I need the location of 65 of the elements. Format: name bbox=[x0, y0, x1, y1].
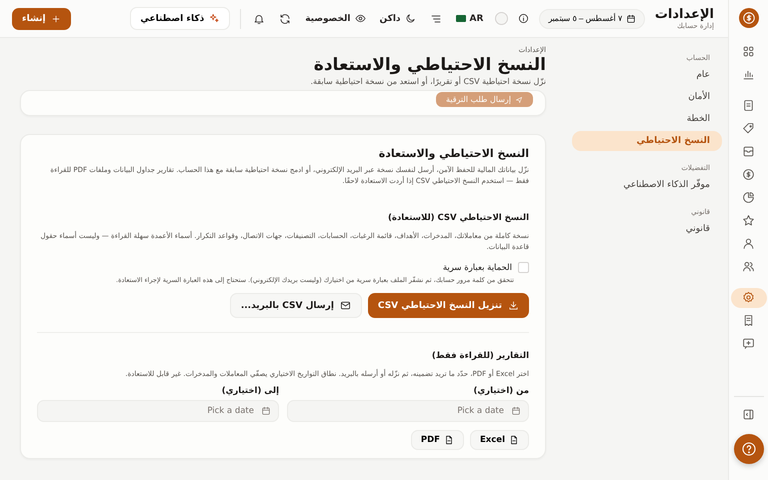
status-indicator bbox=[495, 12, 508, 25]
settings-nav-item[interactable]: النسخ الاحتياطي bbox=[572, 131, 722, 151]
settings-nav-item[interactable]: موفّر الذكاء الاصطناعي bbox=[572, 175, 722, 195]
settings-nav-item[interactable]: عام bbox=[572, 65, 722, 85]
date-field[interactable]: Pick a date bbox=[287, 400, 529, 422]
theme-toggle[interactable]: داكن bbox=[378, 11, 418, 26]
page-heading: النسخ الاحتياطي والاستعادة bbox=[312, 55, 546, 75]
calendar-icon bbox=[261, 406, 271, 416]
menu-icon bbox=[430, 12, 442, 24]
section-title: التقارير (للقراءة فقط) bbox=[430, 351, 529, 362]
checkbox-label: الحماية بعبارة سرية bbox=[442, 262, 512, 273]
section-title: النسخ الاحتياطي CSV (للاستعادة) bbox=[386, 212, 529, 223]
tag-icon bbox=[742, 122, 755, 135]
settings-nav-item[interactable]: قانوني bbox=[572, 219, 722, 239]
page-title: الإعدادات bbox=[654, 7, 714, 22]
plus-icon bbox=[50, 14, 61, 24]
flag-icon bbox=[456, 15, 466, 22]
info-icon bbox=[518, 13, 530, 24]
refresh-icon bbox=[279, 12, 292, 24]
file-icon bbox=[509, 435, 519, 446]
field-label: من (اختياري) bbox=[472, 386, 529, 396]
bell-icon bbox=[253, 12, 266, 24]
settings-nav-item[interactable]: الخطة bbox=[572, 109, 722, 129]
pie-chart-icon bbox=[742, 191, 755, 204]
grid-icon bbox=[742, 45, 755, 58]
nav-rail-button[interactable] bbox=[730, 288, 766, 308]
help-icon bbox=[740, 441, 756, 457]
bar-chart-icon bbox=[742, 68, 755, 81]
page-description: نزّل نسخة احتياطية CSV أو تقريرًا، أو استعد من نسخة احتياطية سابقة. bbox=[309, 77, 546, 86]
file-icon bbox=[444, 435, 454, 446]
coin-icon bbox=[742, 11, 756, 25]
language-switcher[interactable]: AR bbox=[454, 12, 486, 26]
format-button[interactable]: PDF bbox=[410, 430, 464, 450]
passphrase-checkbox[interactable] bbox=[518, 262, 529, 274]
send-icon bbox=[515, 96, 523, 104]
calendar-icon bbox=[626, 14, 636, 24]
date-field[interactable]: Pick a date bbox=[37, 400, 279, 422]
sparkle-icon bbox=[209, 13, 220, 24]
app-logo[interactable] bbox=[738, 8, 758, 28]
privacy-toggle[interactable]: الخصوصية bbox=[303, 11, 368, 26]
download-icon bbox=[508, 300, 519, 312]
star-icon bbox=[742, 214, 755, 227]
calendar-icon bbox=[511, 406, 521, 416]
users-icon bbox=[742, 260, 755, 273]
user-icon bbox=[742, 237, 755, 250]
email-csv-button[interactable]: إرسال CSV بالبريد... bbox=[230, 293, 362, 318]
ai-button[interactable]: ذكاء اصطناعي bbox=[130, 7, 230, 30]
settings-nav-item[interactable]: الأمان bbox=[572, 87, 722, 107]
panel-icon bbox=[742, 408, 755, 421]
format-button[interactable]: Excel bbox=[470, 430, 529, 450]
document-icon bbox=[742, 99, 755, 112]
create-button[interactable]: إنشاء bbox=[12, 8, 71, 30]
download-csv-button[interactable]: تنزيل النسخ الاحتياطي CSV bbox=[368, 293, 529, 318]
field-label: إلى (اختياري) bbox=[220, 386, 279, 396]
message-icon bbox=[742, 337, 755, 350]
moon-icon bbox=[404, 13, 416, 24]
receipt-icon bbox=[742, 314, 755, 327]
settings-icon bbox=[742, 291, 755, 304]
help-button[interactable] bbox=[734, 434, 764, 464]
card-title: النسخ الاحتياطي والاستعادة bbox=[378, 147, 529, 160]
eye-icon bbox=[354, 13, 366, 24]
inbox-icon bbox=[742, 145, 755, 158]
date-range-picker[interactable]: ٧ أغسطس – ٥ سبتمبر bbox=[539, 8, 645, 28]
coin-icon bbox=[742, 168, 755, 181]
mail-icon bbox=[340, 300, 351, 312]
